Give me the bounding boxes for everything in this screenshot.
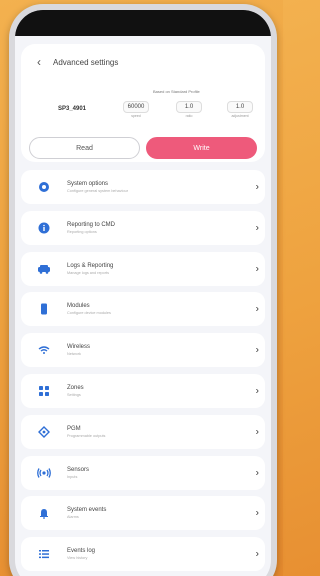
- item-title: Reporting to CMD: [67, 221, 116, 228]
- bell-icon: [35, 504, 53, 522]
- page-title: Advanced settings: [53, 57, 119, 67]
- settings-summary-card: ‹ Advanced settings Based on Standard Pr…: [21, 44, 265, 162]
- item-title: Sensors: [67, 466, 90, 473]
- list-item-logs[interactable]: Logs & Reporting Manage logs and reports…: [21, 251, 265, 286]
- item-subtitle: Configure device modules: [67, 311, 111, 316]
- chevron-right-icon: ›: [255, 181, 259, 193]
- chevron-right-icon: ›: [255, 426, 259, 438]
- profile-id: SP3_4901: [57, 106, 87, 112]
- chevron-right-icon: ›: [255, 303, 259, 315]
- item-title: Zones: [67, 384, 84, 391]
- gear-icon: [35, 178, 53, 196]
- item-subtitle: Manage logs and reports: [67, 270, 110, 275]
- chevron-right-icon: ›: [255, 507, 259, 519]
- item-title: PGM: [67, 425, 81, 432]
- item-title: System options: [67, 181, 109, 187]
- mode-toggle: Read Write: [29, 137, 257, 159]
- list-item-wireless[interactable]: Wireless Network ›: [21, 333, 265, 368]
- list-item-reporting[interactable]: Reporting to CMD Reporting options ›: [21, 210, 265, 245]
- list-item-events-log[interactable]: Events log View history ›: [21, 537, 265, 572]
- chevron-right-icon: ›: [255, 548, 259, 560]
- write-button[interactable]: Write: [146, 137, 257, 159]
- item-title: Logs & Reporting: [67, 262, 114, 269]
- stat-label: speed: [131, 114, 141, 118]
- item-title: Events log: [67, 548, 96, 555]
- item-subtitle: Programmable outputs: [67, 433, 106, 438]
- info-icon: [35, 219, 53, 237]
- list-item-system-events[interactable]: System events Alarms ›: [21, 496, 265, 531]
- chevron-right-icon: ›: [255, 467, 259, 479]
- stat-ratio: 1.0 ratio: [176, 101, 202, 118]
- chevron-right-icon: ›: [255, 344, 259, 356]
- list-item-system-options[interactable]: System options Configure general system …: [21, 170, 265, 204]
- broadcast-icon: [35, 464, 53, 482]
- device-icon: [35, 300, 53, 318]
- stats-caption: Based on Standard Profile: [153, 89, 200, 94]
- stat-value: 1.0: [227, 101, 253, 113]
- wifi-icon: [35, 341, 53, 359]
- car-icon: [35, 260, 53, 278]
- stat-value: 60000: [123, 101, 149, 113]
- stat-value: 1.0: [176, 101, 202, 113]
- chevron-right-icon: ›: [255, 222, 259, 234]
- item-title: Modules: [67, 303, 90, 310]
- item-subtitle: Network: [67, 352, 81, 357]
- phone-frame: ‹ Advanced settings Based on Standard Pr…: [9, 4, 277, 576]
- list-icon: [35, 545, 53, 563]
- list-item-zones[interactable]: Zones Settings ›: [21, 373, 265, 408]
- item-subtitle: Configure general system behaviour: [67, 189, 128, 193]
- item-subtitle: Reporting options: [67, 229, 97, 234]
- chevron-right-icon: ›: [255, 263, 259, 275]
- app-screen: ‹ Advanced settings Based on Standard Pr…: [15, 10, 271, 576]
- stat-label: ratio: [185, 114, 193, 118]
- read-button[interactable]: Read: [29, 137, 140, 159]
- item-subtitle: Alarms: [67, 515, 79, 520]
- list-item-sensors[interactable]: Sensors Inputs ›: [21, 455, 265, 490]
- list-item-modules[interactable]: Modules Configure device modules ›: [21, 292, 265, 327]
- item-subtitle: View history: [67, 556, 88, 561]
- status-bar: [15, 10, 271, 36]
- header: ‹ Advanced settings: [31, 54, 118, 70]
- stat-adjustment: 1.0 adjustment: [227, 101, 253, 118]
- chevron-left-icon: ‹: [37, 55, 41, 69]
- item-subtitle: Inputs: [67, 474, 78, 479]
- settings-list: System options Configure general system …: [21, 170, 265, 576]
- diamond-icon: [35, 423, 53, 441]
- item-title: System events: [67, 507, 107, 514]
- chevron-right-icon: ›: [255, 385, 259, 397]
- stat-label: adjustment: [231, 114, 249, 118]
- item-subtitle: Settings: [67, 392, 81, 397]
- list-item-pgm[interactable]: PGM Programmable outputs ›: [21, 414, 265, 449]
- back-button[interactable]: ‹: [31, 54, 47, 70]
- stat-speed: 60000 speed: [123, 101, 149, 118]
- item-title: Wireless: [67, 344, 91, 351]
- grid-icon: [35, 382, 53, 400]
